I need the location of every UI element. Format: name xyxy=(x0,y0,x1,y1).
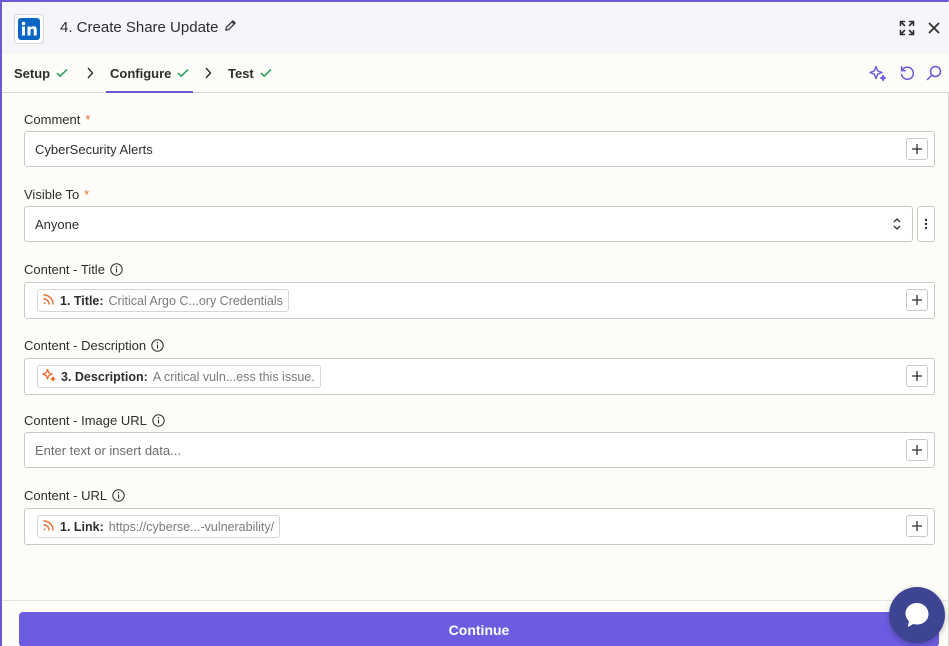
step-title-text: 4. Create Share Update xyxy=(60,19,219,36)
chevron-right-icon xyxy=(204,66,212,84)
check-icon xyxy=(56,66,68,81)
insert-data-button[interactable] xyxy=(906,365,928,387)
ai-sparkle-icon xyxy=(42,368,56,385)
plus-icon xyxy=(912,295,922,305)
info-icon[interactable] xyxy=(112,489,125,502)
search-icon[interactable] xyxy=(924,63,944,83)
content-description-label: Content - Description xyxy=(24,338,164,353)
content-image-url-placeholder: Enter text or insert data... xyxy=(35,442,181,458)
insert-data-button[interactable] xyxy=(906,439,928,461)
comment-input[interactable]: CyberSecurity Alerts xyxy=(24,131,935,167)
chevron-updown-icon xyxy=(892,217,902,234)
step-editor-panel: 4. Create Share Update Setup Configure T… xyxy=(0,0,949,646)
required-marker: * xyxy=(84,187,90,202)
linkedin-icon xyxy=(14,14,44,44)
plus-icon xyxy=(912,371,922,381)
content-description-input[interactable]: 3. Description: A critical vuln...ess th… xyxy=(24,358,935,395)
plus-icon xyxy=(912,445,922,455)
info-icon[interactable] xyxy=(152,414,165,427)
data-pill[interactable]: 3. Description: A critical vuln...ess th… xyxy=(37,365,321,388)
visible-to-label-text: Visible To xyxy=(24,187,80,202)
content-image-url-label: Content - Image URL xyxy=(24,413,165,428)
step-title: 4. Create Share Update xyxy=(60,19,237,36)
pill-value: https://cyberse...-vulnerability/ xyxy=(108,519,275,534)
rss-icon xyxy=(42,293,55,309)
content-url-input[interactable]: 1. Link: https://cyberse...-vulnerabilit… xyxy=(24,508,935,545)
tab-setup-label: Setup xyxy=(14,65,51,81)
content-title-label: Content - Title xyxy=(24,262,123,277)
chevron-right-icon xyxy=(86,66,94,84)
content-title-input[interactable]: 1. Title: Critical Argo C...ory Credenti… xyxy=(24,282,935,319)
rss-icon xyxy=(42,519,55,535)
check-icon xyxy=(260,66,272,81)
kebab-icon xyxy=(924,218,928,230)
content-url-label: Content - URL xyxy=(24,488,125,503)
tab-setup[interactable]: Setup xyxy=(14,54,68,92)
plus-icon xyxy=(912,521,922,531)
visible-to-label: Visible To * xyxy=(24,187,89,202)
content-image-url-input[interactable]: Enter text or insert data... xyxy=(24,432,935,468)
visible-to-select[interactable]: Anyone xyxy=(24,206,913,242)
tab-test-label: Test xyxy=(228,65,254,81)
pill-value: A critical vuln...ess this issue. xyxy=(152,369,315,384)
panel-header: 4. Create Share Update xyxy=(2,2,949,54)
more-options-button[interactable] xyxy=(917,206,935,242)
pencil-icon[interactable] xyxy=(224,19,237,36)
content-image-url-label-text: Content - Image URL xyxy=(24,413,147,428)
content-url-label-text: Content - URL xyxy=(24,488,108,503)
pill-key: 1. Link: xyxy=(60,519,104,534)
comment-label: Comment * xyxy=(24,112,90,127)
visible-to-value: Anyone xyxy=(35,216,80,232)
data-pill[interactable]: 1. Title: Critical Argo C...ory Credenti… xyxy=(37,289,289,312)
check-icon xyxy=(177,66,189,81)
continue-label: Continue xyxy=(448,621,510,638)
comment-label-text: Comment xyxy=(24,112,81,127)
continue-button[interactable]: Continue xyxy=(19,612,939,646)
ai-sparkle-icon[interactable] xyxy=(868,63,888,83)
info-icon[interactable] xyxy=(151,339,164,352)
insert-data-button[interactable] xyxy=(906,289,928,311)
refresh-icon[interactable] xyxy=(897,63,917,83)
info-icon[interactable] xyxy=(110,263,123,276)
tab-configure[interactable]: Configure xyxy=(105,54,194,93)
pill-value: Critical Argo C...ory Credentials xyxy=(108,293,283,308)
plus-icon xyxy=(912,144,922,154)
data-pill[interactable]: 1. Link: https://cyberse...-vulnerabilit… xyxy=(37,515,281,538)
required-marker: * xyxy=(85,112,91,127)
chat-bubble-icon xyxy=(905,603,929,627)
pill-key: 1. Title: xyxy=(60,293,104,308)
content-description-label-text: Content - Description xyxy=(24,338,147,353)
close-icon[interactable] xyxy=(924,18,944,38)
content-title-label-text: Content - Title xyxy=(24,262,105,277)
tab-configure-label: Configure xyxy=(110,65,172,81)
chat-support-button[interactable] xyxy=(889,587,945,643)
tab-test[interactable]: Test xyxy=(228,54,272,92)
comment-value: CyberSecurity Alerts xyxy=(35,141,153,157)
insert-data-button[interactable] xyxy=(906,515,928,537)
pill-key: 3. Description: xyxy=(61,369,148,384)
step-tabs: Setup Configure Test xyxy=(2,54,949,93)
expand-icon[interactable] xyxy=(897,18,917,38)
insert-data-button[interactable] xyxy=(906,138,928,160)
